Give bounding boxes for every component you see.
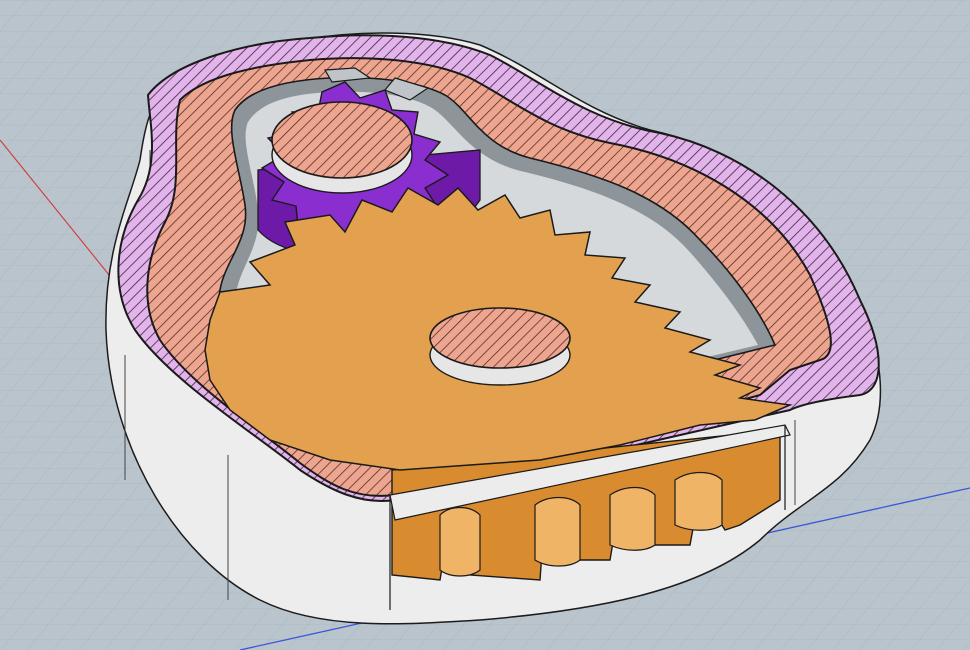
- small-gear-shaft-cap: [271, 101, 413, 179]
- large-gear-tooth: [439, 506, 481, 577]
- 3d-viewport[interactable]: [0, 0, 970, 650]
- viewport-canvas[interactable]: [0, 0, 970, 650]
- large-gear-tooth: [534, 496, 581, 567]
- large-gear-tooth: [609, 486, 656, 551]
- large-gear-tooth: [674, 471, 723, 531]
- large-gear-shaft-cap: [429, 307, 571, 369]
